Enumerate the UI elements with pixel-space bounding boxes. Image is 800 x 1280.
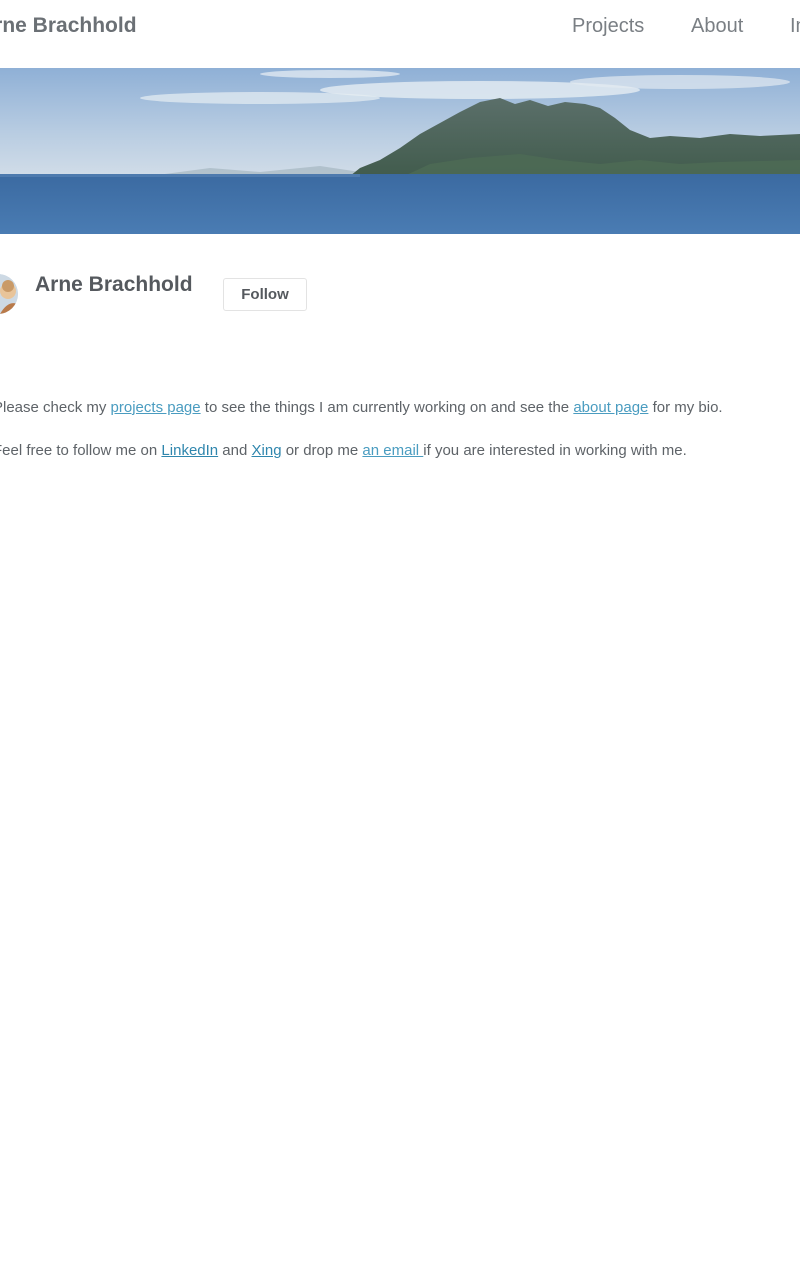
intro-text: Please check my	[0, 399, 111, 416]
contact-text: Feel free to follow me on	[0, 442, 162, 459]
author-photo-icon	[0, 274, 18, 314]
linkedin-link[interactable]: LinkedIn	[161, 442, 218, 459]
nav-link-about[interactable]: About	[691, 15, 743, 38]
cover-image	[0, 68, 800, 234]
site-title-link[interactable]: Arne Brachhold	[0, 14, 137, 38]
author-avatar[interactable]	[0, 274, 18, 314]
intro-text: to see the things I am currently working…	[200, 399, 574, 416]
nav-link-projects[interactable]: Projects	[572, 15, 644, 38]
intro-paragraph-projects: Please check my projects page to see the…	[0, 399, 723, 416]
contact-text: and	[218, 442, 252, 459]
site-header: Arne Brachhold Projects About Imprint	[0, 0, 800, 68]
follow-button[interactable]: Follow	[223, 278, 307, 311]
email-link[interactable]: an email	[362, 442, 423, 459]
nav-link-imprint[interactable]: Imprint	[790, 15, 800, 38]
intro-paragraph-contact: Feel free to follow me on LinkedIn and X…	[0, 442, 687, 459]
coastline-photo-icon	[0, 68, 800, 234]
about-page-link[interactable]: about page	[573, 399, 648, 416]
page: Arne Brachhold Projects About Imprint	[0, 0, 800, 1280]
xing-link[interactable]: Xing	[252, 442, 282, 459]
contact-text: or drop me	[281, 442, 363, 459]
author-name[interactable]: Arne Brachhold	[35, 273, 193, 297]
intro-text: for my bio.	[648, 399, 723, 416]
projects-page-link[interactable]: projects page	[111, 399, 201, 416]
contact-text: if you are interested in working with me…	[423, 442, 687, 459]
